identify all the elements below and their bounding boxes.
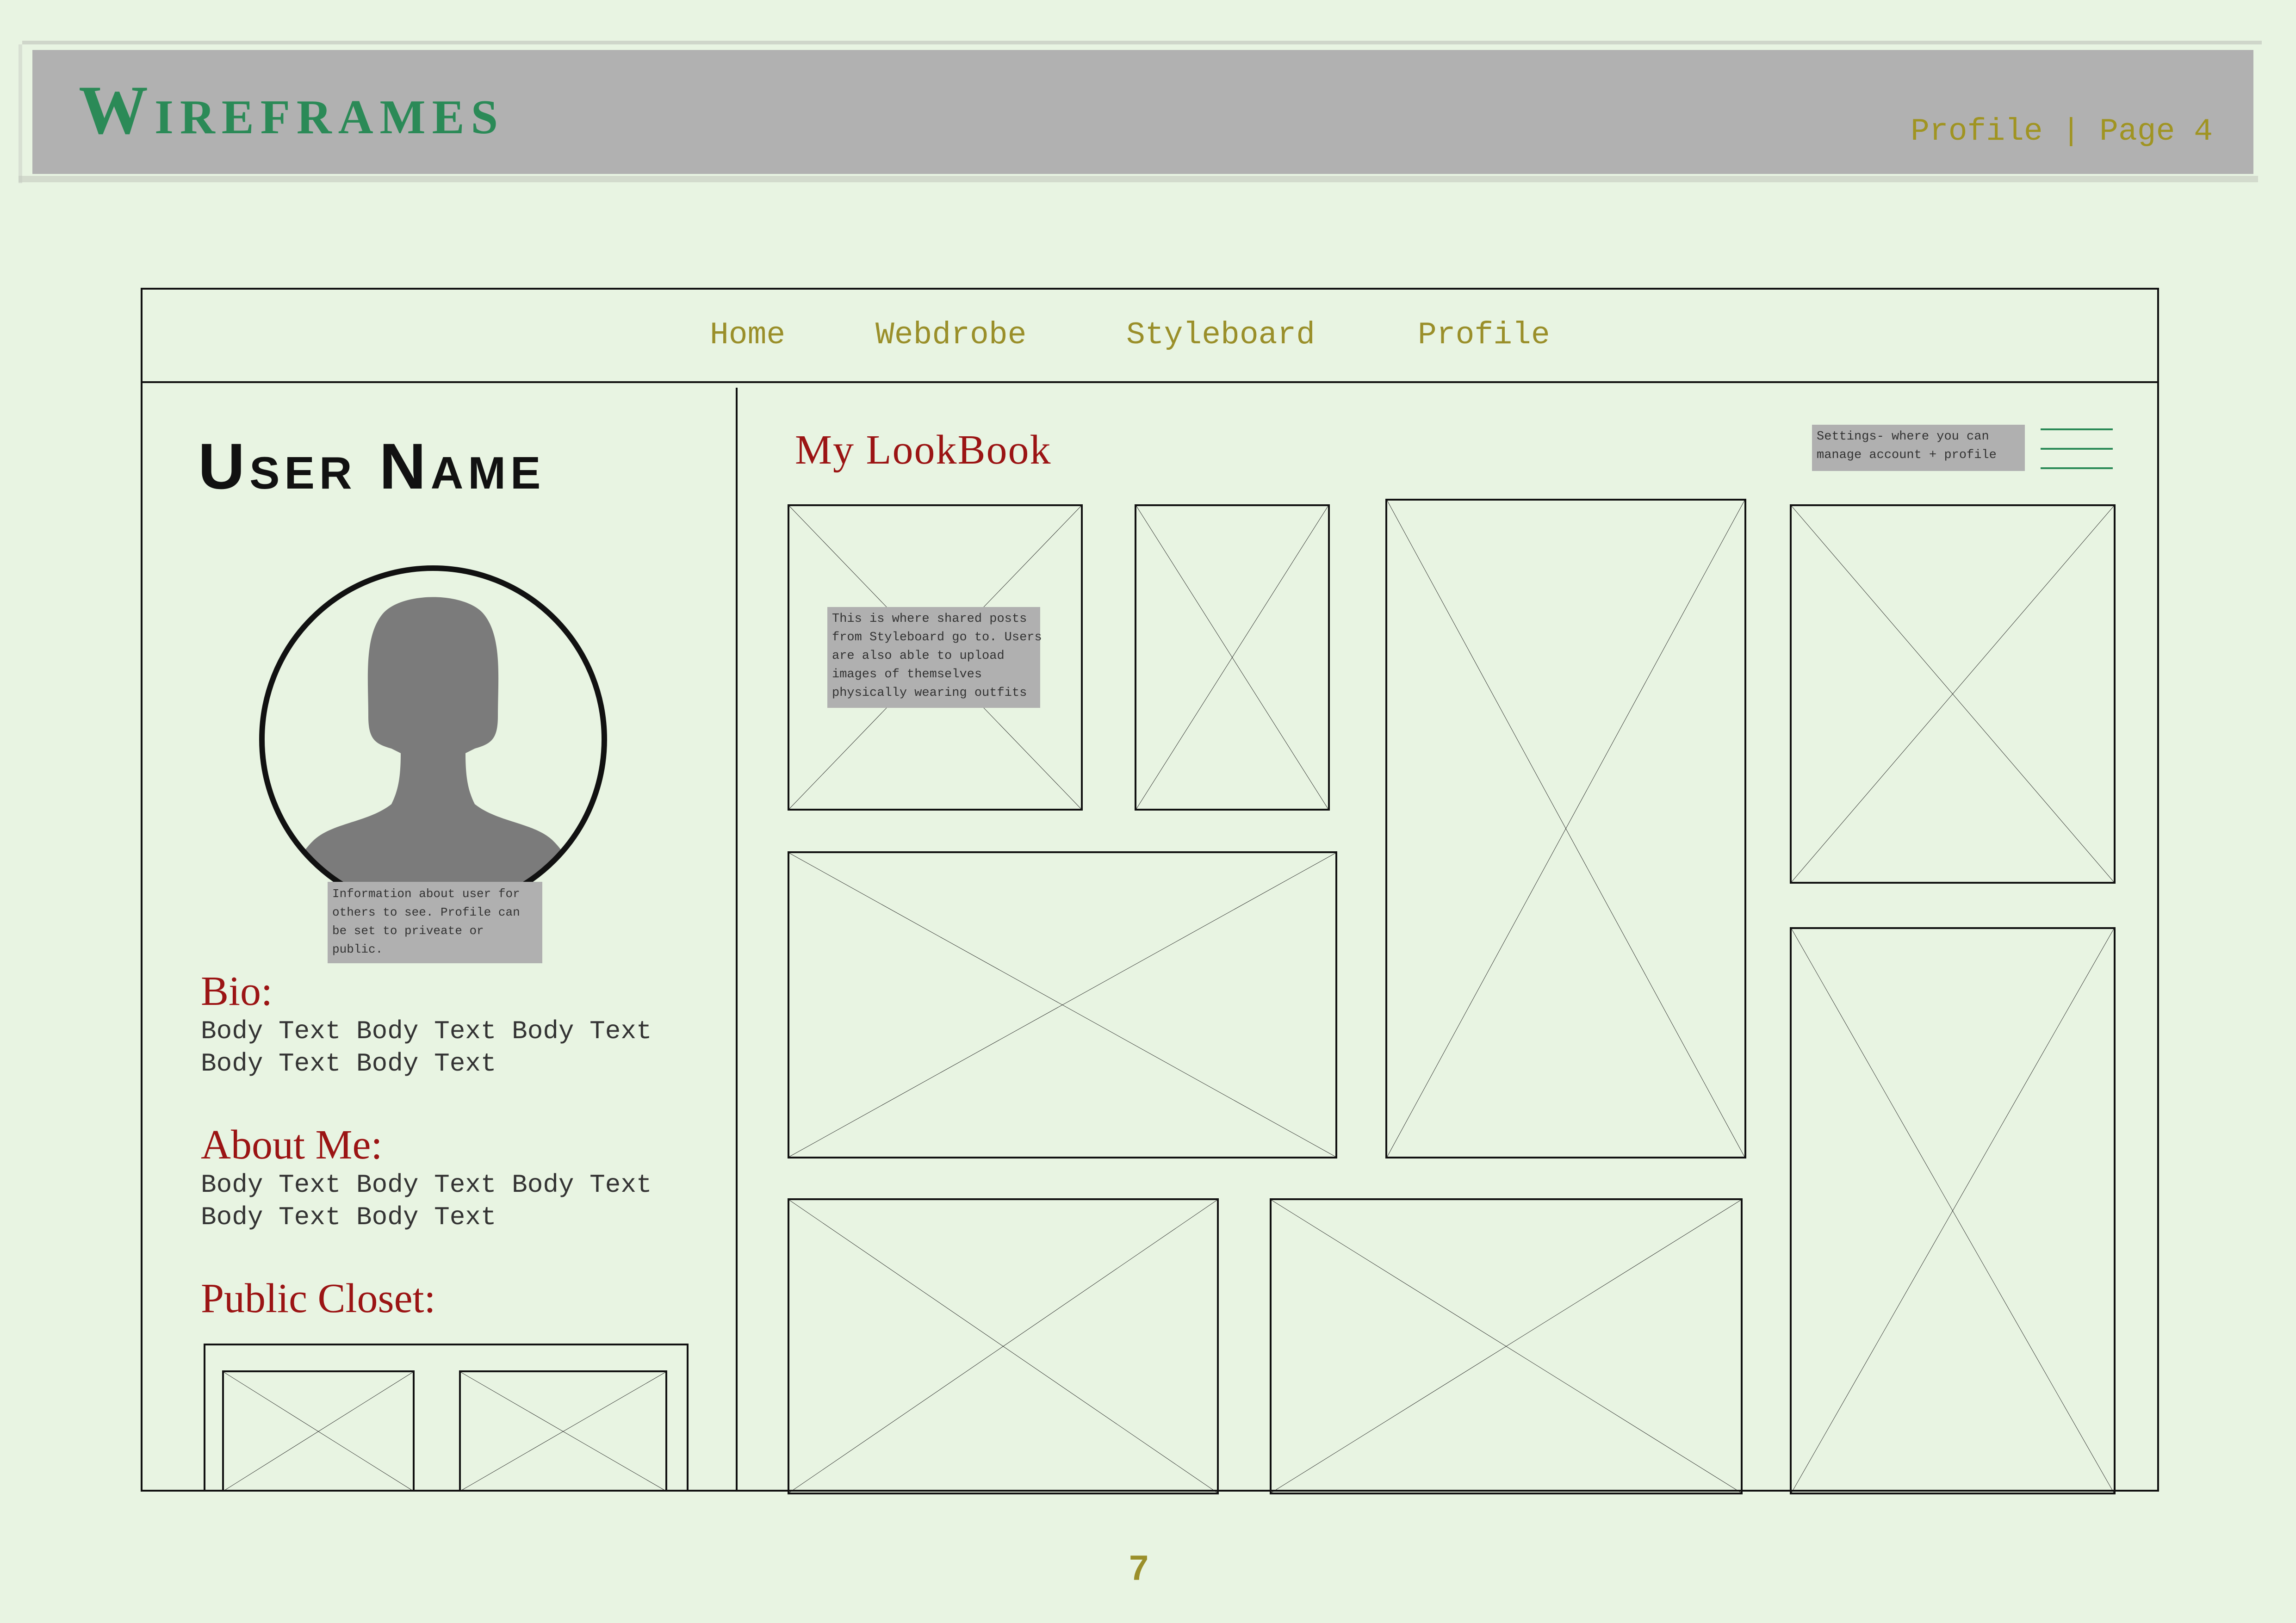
avatar[interactable] <box>257 564 609 915</box>
lookbook-image-placeholder[interactable] <box>1385 499 1746 1158</box>
lookbook-posts-note: This is where shared posts from Styleboa… <box>827 607 1042 708</box>
about-text: Body Text Body Text Body Text Body Text … <box>201 1170 652 1232</box>
user-name: User Name <box>198 430 546 502</box>
column-divider <box>736 388 738 1492</box>
image-placeholder-icon <box>1136 506 1328 809</box>
image-placeholder-icon <box>224 1372 413 1491</box>
bio-text: Body Text Body Text Body Text Body Text … <box>201 1016 652 1078</box>
banner-brush-edge <box>19 44 22 183</box>
image-placeholder-icon <box>1792 929 2114 1493</box>
lookbook-image-placeholder[interactable] <box>1790 504 2116 884</box>
closet-image-placeholder[interactable] <box>222 1370 415 1491</box>
nav-divider <box>141 381 2157 383</box>
image-placeholder-icon <box>789 1200 1217 1493</box>
public-closet-heading: Public Closet: <box>201 1276 436 1321</box>
profile-info-note: Information about user for others to see… <box>328 882 542 963</box>
page-reference: Profile | Page 4 <box>1911 114 2213 149</box>
about-heading: About Me: <box>201 1122 383 1168</box>
page-title: Wireframes <box>79 72 505 149</box>
closet-image-placeholder[interactable] <box>459 1370 667 1491</box>
lookbook-image-placeholder[interactable] <box>1135 504 1330 811</box>
lookbook-image-placeholder[interactable] <box>788 851 1337 1158</box>
image-placeholder-icon <box>1792 506 2114 882</box>
image-placeholder-icon <box>1387 501 1744 1157</box>
image-placeholder-icon <box>789 853 1335 1157</box>
user-silhouette-icon <box>259 565 607 913</box>
bio-heading: Bio: <box>201 968 273 1014</box>
banner-brush-edge <box>19 176 2258 182</box>
image-placeholder-icon <box>461 1372 665 1491</box>
lookbook-title: My LookBook <box>795 427 1052 473</box>
settings-note: Settings- where you can manage account +… <box>1812 425 2025 471</box>
image-placeholder-icon <box>1272 1200 1741 1493</box>
hamburger-menu-icon[interactable] <box>2039 426 2115 472</box>
page-number: 7 <box>1129 1549 1149 1588</box>
nav-item-profile[interactable]: Profile <box>1418 315 1550 356</box>
nav-item-webdrobe[interactable]: Webdrobe <box>875 315 1026 356</box>
nav-item-styleboard[interactable]: Styleboard <box>1126 315 1315 356</box>
lookbook-image-placeholder[interactable] <box>1790 927 2116 1494</box>
lookbook-image-placeholder[interactable] <box>1270 1198 1743 1494</box>
banner-brush-edge <box>22 41 2262 44</box>
nav-item-home[interactable]: Home <box>710 315 785 356</box>
lookbook-image-placeholder[interactable] <box>788 1198 1219 1494</box>
